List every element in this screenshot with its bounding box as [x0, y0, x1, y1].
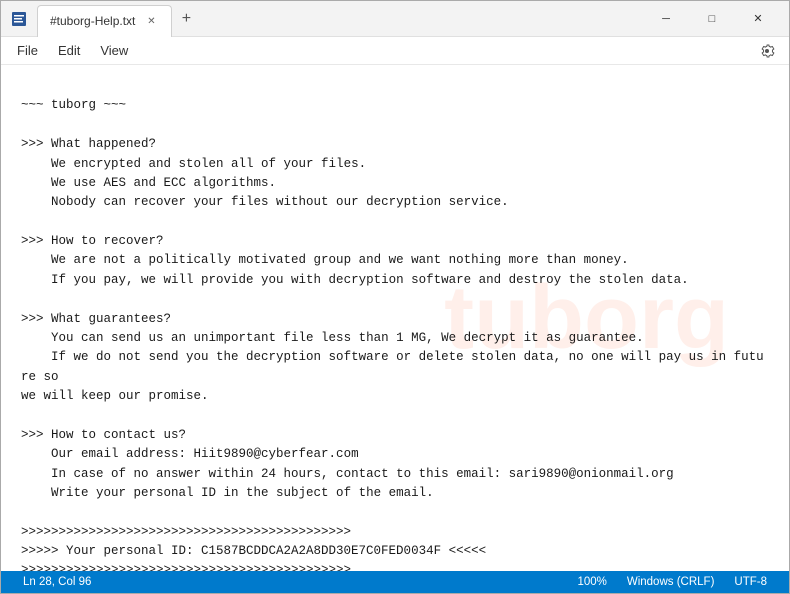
titlebar: #tuborg-Help.txt ✕ + ─ □ ✕: [1, 1, 789, 37]
text-line: >>> What happened?: [21, 135, 769, 154]
settings-icon[interactable]: [753, 37, 781, 65]
text-line: >>>>>>>>>>>>>>>>>>>>>>>>>>>>>>>>>>>>>>>>…: [21, 561, 769, 571]
content-area[interactable]: tuborg ~~~ tuborg ~~~ >>> What happened?…: [1, 65, 789, 571]
text-line: Write your personal ID in the subject of…: [21, 484, 769, 503]
text-line: Our email address: Hiit9890@cyberfear.co…: [21, 445, 769, 464]
text-line: We encrypted and stolen all of your file…: [21, 155, 769, 174]
text-line: [21, 503, 769, 522]
window-controls: ─ □ ✕: [643, 1, 781, 37]
status-encoding[interactable]: UTF-8: [724, 571, 777, 593]
text-line: [21, 406, 769, 425]
text-line: [21, 77, 769, 96]
text-line: >>> How to recover?: [21, 232, 769, 251]
tab-close-button[interactable]: ✕: [143, 13, 159, 29]
text-line: >>> How to contact us?: [21, 426, 769, 445]
text-line: ~~~ tuborg ~~~: [21, 96, 769, 115]
tab-bar: #tuborg-Help.txt ✕ +: [37, 1, 643, 37]
app-icon: [9, 9, 29, 29]
status-zoom[interactable]: 100%: [567, 571, 616, 593]
new-tab-button[interactable]: +: [172, 5, 200, 33]
text-line: [21, 213, 769, 232]
menu-file[interactable]: File: [9, 41, 46, 60]
text-line: we will keep our promise.: [21, 387, 769, 406]
text-line: If we do not send you the decryption sof…: [21, 348, 769, 387]
status-position[interactable]: Ln 28, Col 96: [13, 571, 101, 593]
status-line-ending[interactable]: Windows (CRLF): [617, 571, 725, 593]
text-line: >>>>>>>>>>>>>>>>>>>>>>>>>>>>>>>>>>>>>>>>…: [21, 523, 769, 542]
tab-title: #tuborg-Help.txt: [50, 14, 135, 28]
text-line: [21, 116, 769, 135]
text-line: You can send us an unimportant file less…: [21, 329, 769, 348]
menubar: File Edit View: [1, 37, 789, 65]
text-line: [21, 290, 769, 309]
text-line: >>> What guarantees?: [21, 310, 769, 329]
text-line: We use AES and ECC algorithms.: [21, 174, 769, 193]
text-line: If you pay, we will provide you with dec…: [21, 271, 769, 290]
maximize-button[interactable]: □: [689, 1, 735, 37]
active-tab[interactable]: #tuborg-Help.txt ✕: [37, 5, 172, 37]
menu-edit[interactable]: Edit: [50, 41, 88, 60]
minimize-button[interactable]: ─: [643, 1, 689, 37]
statusbar: Ln 28, Col 96 100% Windows (CRLF) UTF-8: [1, 571, 789, 593]
window: #tuborg-Help.txt ✕ + ─ □ ✕ File Edit Vie…: [0, 0, 790, 594]
menu-view[interactable]: View: [92, 41, 136, 60]
text-line: In case of no answer within 24 hours, co…: [21, 465, 769, 484]
close-button[interactable]: ✕: [735, 1, 781, 37]
text-line: We are not a politically motivated group…: [21, 251, 769, 270]
text-content: ~~~ tuborg ~~~ >>> What happened? We enc…: [21, 77, 769, 571]
text-line: Nobody can recover your files without ou…: [21, 193, 769, 212]
text-line: >>>>> Your personal ID: C1587BCDDCA2A2A8…: [21, 542, 769, 561]
